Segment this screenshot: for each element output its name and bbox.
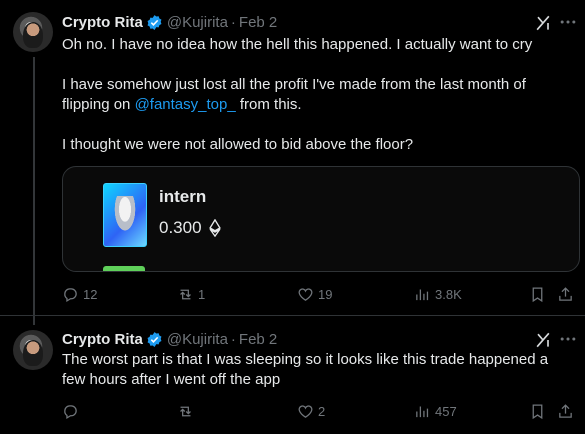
repost-icon	[180, 289, 191, 300]
reply-icon	[64, 405, 77, 420]
bookmark-button[interactable]	[529, 286, 546, 303]
grok-icon[interactable]	[533, 330, 553, 350]
tweet-header: Crypto Rita @Kujirita · Feb 2	[62, 329, 277, 349]
views-icon	[416, 289, 429, 301]
tweet-date[interactable]: Feb 2	[239, 14, 277, 31]
nft-price-value: 0.300	[159, 218, 202, 237]
repost-icon	[180, 406, 191, 417]
tweet-header: Crypto Rita @Kujirita · Feb 2	[62, 12, 277, 32]
like-icon	[298, 288, 313, 301]
views-count: 3.8K	[435, 287, 462, 302]
bookmark-icon	[532, 287, 543, 303]
repost-button[interactable]	[177, 403, 198, 420]
reply-count: 12	[83, 287, 98, 302]
author-handle[interactable]: @Kujirita	[167, 14, 228, 31]
thread-connector	[33, 57, 35, 325]
views-button[interactable]: 457	[414, 403, 457, 420]
views-count: 457	[435, 404, 457, 419]
nft-title: intern	[159, 187, 207, 206]
author-handle[interactable]: @Kujirita	[167, 331, 228, 348]
like-button[interactable]: 19	[297, 286, 332, 303]
mention-link[interactable]: @fantasy_top_	[135, 96, 236, 113]
like-button[interactable]: 2	[297, 403, 325, 420]
like-icon	[298, 405, 313, 418]
tweet-actions: 12 1 19 3.8K	[62, 286, 585, 306]
tweet[interactable]: Crypto Rita @Kujirita · Feb 2 Oh no. I h…	[0, 0, 585, 325]
tweet-actions: 2 457	[62, 403, 585, 423]
nft-image	[103, 183, 147, 247]
reply-button[interactable]: 12	[62, 286, 97, 303]
ethereum-icon	[208, 219, 221, 237]
tweet[interactable]: Crypto Rita @Kujirita · Feb 2 The worst …	[0, 316, 585, 434]
more-icon[interactable]	[558, 329, 578, 349]
more-icon[interactable]	[558, 12, 578, 32]
author-name[interactable]: Crypto Rita	[62, 14, 143, 31]
tweet-text: The worst part is that I was sleeping so…	[62, 351, 549, 388]
avatar[interactable]	[13, 330, 53, 370]
views-icon	[416, 406, 429, 418]
share-button[interactable]	[557, 403, 574, 420]
share-button[interactable]	[557, 286, 574, 303]
repost-count: 1	[198, 287, 206, 302]
nft-image-secondary	[103, 266, 145, 271]
share-icon	[559, 404, 572, 418]
repost-button[interactable]: 1	[177, 286, 205, 303]
verified-icon	[147, 14, 162, 30]
reply-icon	[64, 288, 77, 303]
bookmark-icon	[532, 404, 543, 420]
share-icon	[559, 287, 572, 301]
bookmark-button[interactable]	[529, 403, 546, 420]
reply-button[interactable]	[62, 403, 83, 420]
separator-dot: ·	[230, 13, 236, 31]
nft-card[interactable]: intern 0.300	[62, 166, 580, 272]
grok-icon[interactable]	[533, 13, 553, 33]
views-button[interactable]: 3.8K	[414, 286, 462, 303]
nft-price: 0.300	[159, 218, 222, 238]
tweet-date[interactable]: Feb 2	[239, 331, 277, 348]
like-count: 19	[318, 287, 333, 302]
tweet-text: Oh no. I have no idea how the hell this …	[62, 35, 572, 155]
separator-dot: ·	[230, 330, 236, 348]
like-count: 2	[318, 404, 326, 419]
avatar[interactable]	[13, 12, 53, 52]
author-name[interactable]: Crypto Rita	[62, 331, 143, 348]
verified-icon	[147, 331, 162, 347]
